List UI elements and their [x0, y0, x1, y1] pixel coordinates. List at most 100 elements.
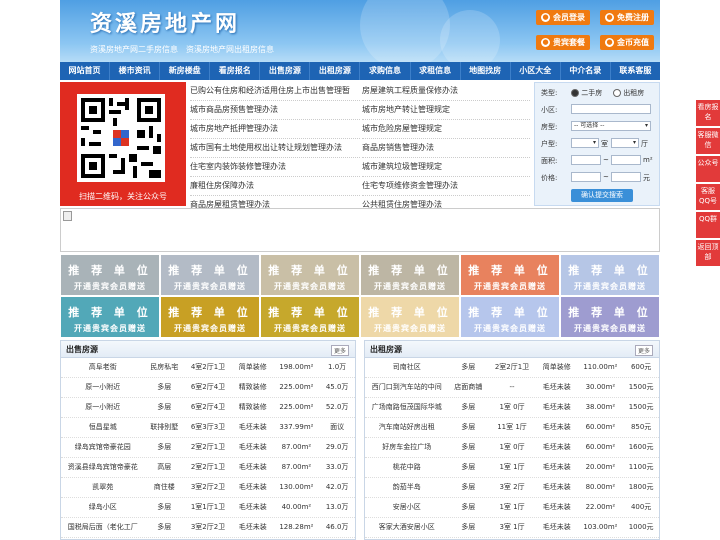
house-type-select[interactable]: -- 可选择 -- ▾	[571, 121, 651, 131]
news-link[interactable]: 商品房销售管理办法	[362, 139, 530, 158]
listing-row[interactable]: 汽车南站好房出租 多层 11室 1厅 毛坯未装 60.00m² 850元	[365, 418, 659, 438]
price-min-input[interactable]	[571, 172, 601, 182]
nav-map[interactable]: 地图找房	[461, 62, 511, 80]
recommended-ad-slot[interactable]: 推 荐 单 位开通贵宾会员赠送	[361, 255, 459, 295]
nav-for-sale[interactable]: 出售房源	[260, 62, 311, 80]
nav-home[interactable]: 网站首页	[60, 62, 111, 80]
area-max-input[interactable]	[611, 155, 641, 165]
community-cell[interactable]: 绿岛宾馆帝豪花园	[61, 438, 144, 457]
listing-row[interactable]: 客家大酒安居小区 多层 3室 1厅 毛坯未装 103.00m² 1000元	[365, 518, 659, 538]
listing-row[interactable]: 西门口到汽车站的中间 店面商铺 -- 毛坯未装 30.00m² 1500元	[365, 378, 659, 398]
recommended-ad-slot[interactable]: 推 荐 单 位开通贵宾会员赠送	[61, 297, 159, 337]
vip-package-button[interactable]: ● 贵宾套餐	[536, 35, 590, 50]
price-max-input[interactable]	[611, 172, 641, 182]
recommended-ad-slot[interactable]: 推 荐 单 位开通贵宾会员赠送	[261, 255, 359, 295]
listing-row[interactable]: 高阜老街 民房私宅 4室2厅1卫 简单装修 198.00m² 1.0万	[61, 358, 355, 378]
recommended-ad-slot[interactable]: 推 荐 单 位开通贵宾会员赠送	[461, 255, 559, 295]
recommended-ad-slot[interactable]: 推 荐 单 位开通贵宾会员赠送	[161, 297, 259, 337]
community-cell[interactable]: 国税局后面（老化工厂	[61, 518, 144, 537]
community-cell[interactable]: 安居小区	[365, 498, 448, 517]
recommended-ad-slot[interactable]: 推 荐 单 位开通贵宾会员赠送	[561, 297, 659, 337]
community-cell[interactable]: 凯翠苑	[61, 478, 144, 497]
recommended-ad-slot[interactable]: 推 荐 单 位开通贵宾会员赠送	[261, 297, 359, 337]
nav-for-rent[interactable]: 出租房源	[310, 62, 361, 80]
nav-want-buy[interactable]: 求购信息	[360, 62, 411, 80]
side-back-to-top[interactable]: 返回顶部	[696, 240, 720, 266]
community-cell[interactable]: 桃花中路	[365, 458, 448, 477]
subtitle-sale[interactable]: 资溪房地产网二手房信息	[90, 45, 178, 54]
nav-new-homes[interactable]: 新房楼盘	[160, 62, 211, 80]
recharge-button[interactable]: ● 金币充值	[600, 35, 654, 50]
sale-more-button[interactable]: 更多	[330, 345, 349, 356]
side-wechat-service[interactable]: 客服微信	[696, 128, 720, 154]
community-cell[interactable]: 原一小附近	[61, 398, 144, 417]
recommended-ad-slot[interactable]: 推 荐 单 位开通贵宾会员赠送	[561, 255, 659, 295]
listing-row[interactable]: 原一小附近 多层 6室2厅4卫 精致装修 225.00m² 52.0万	[61, 398, 355, 418]
community-cell[interactable]: 客家大酒安居小区	[365, 518, 448, 537]
news-link[interactable]: 住宅室内装饰装修管理办法	[190, 158, 360, 177]
listing-row[interactable]: 好房车金拉广场 多层 1室 0厅 毛坯未装 60.00m² 1600元	[365, 438, 659, 458]
side-official-account[interactable]: 公众号	[696, 156, 720, 182]
community-cell[interactable]: 原一小附近	[61, 378, 144, 397]
listing-row[interactable]: 韵茄半岛 多层 3室 2厅 毛坯未装 80.00m² 1800元	[365, 478, 659, 498]
community-cell[interactable]: 绿岛小区	[61, 498, 144, 517]
listing-row[interactable]: 凯翠苑 商住楼 3室2厅2卫 毛坯未装 130.00m² 42.0万	[61, 478, 355, 498]
community-cell[interactable]: 西门口到汽车站的中间	[365, 378, 448, 397]
news-link[interactable]: 住宅专项维修资金管理办法	[362, 177, 530, 196]
listing-row[interactable]: 安居小区 多层 1室 1厅 毛坯未装 22.00m² 400元	[365, 498, 659, 518]
news-link[interactable]: 城市国有土地使用权出让转让规划管理办法	[190, 139, 360, 158]
community-cell[interactable]: 司南社区	[365, 358, 448, 377]
ad-title: 推 荐 单 位	[268, 306, 352, 319]
nav-news[interactable]: 楼市资讯	[110, 62, 161, 80]
listing-row[interactable]: 广场南路恒茂国际华城 多层 1室 0厅 毛坯未装 38.00m² 1500元	[365, 398, 659, 418]
community-input[interactable]	[571, 104, 651, 114]
listing-row[interactable]: 资溪县绿岛宾馆帝豪花 高层 2室2厅1卫 毛坯未装 87.00m² 33.0万	[61, 458, 355, 478]
nav-want-rent[interactable]: 求租信息	[411, 62, 461, 80]
side-viewing-signup[interactable]: 看房报名	[696, 100, 720, 126]
hall-select[interactable]: ▾	[611, 138, 639, 148]
news-link[interactable]: 城市商品房预售管理办法	[190, 101, 360, 120]
news-link[interactable]: 城市房地产转让管理规定	[362, 101, 530, 120]
recommended-ad-slot[interactable]: 推 荐 单 位开通贵宾会员赠送	[361, 297, 459, 337]
recommended-ad-slot[interactable]: 推 荐 单 位开通贵宾会员赠送	[161, 255, 259, 295]
register-button[interactable]: ● 免费注册	[600, 10, 654, 25]
listing-row[interactable]: 桃花中路 多层 1室 1厅 毛坯未装 20.00m² 1100元	[365, 458, 659, 478]
news-link[interactable]: 城市房地产抵押管理办法	[190, 120, 360, 139]
nav-communities[interactable]: 小区大全	[511, 62, 561, 80]
community-cell[interactable]: 韵茄半岛	[365, 478, 448, 497]
news-link[interactable]: 城市危险房屋管理规定	[362, 120, 530, 139]
area-cell: 38.00m²	[585, 403, 616, 411]
nav-contact[interactable]: 联系客服	[611, 62, 660, 80]
nav-viewing-signup[interactable]: 看房报名	[210, 62, 261, 80]
community-cell[interactable]: 广场南路恒茂国际华城	[365, 398, 448, 417]
listing-row[interactable]: 原一小附近 多层 6室2厅4卫 精致装修 225.00m² 45.0万	[61, 378, 355, 398]
side-qq-service[interactable]: 客服QQ号	[696, 184, 720, 210]
area-min-input[interactable]	[571, 155, 601, 165]
community-cell[interactable]: 好房车金拉广场	[365, 438, 448, 457]
listing-row[interactable]: 恒昌星城 联排别墅 6室3厅3卫 毛坯未装 337.99m² 面议	[61, 418, 355, 438]
banner-ad[interactable]	[60, 208, 660, 252]
community-cell[interactable]: 汽车南站好房出租	[365, 418, 448, 437]
listing-row[interactable]: 绿岛小区 多层 1室1厅1卫 毛坯未装 40.00m² 13.0万	[61, 498, 355, 518]
side-qq-group[interactable]: QQ群	[696, 212, 720, 238]
nav-agents[interactable]: 中介名录	[561, 62, 611, 80]
room-select[interactable]: ▾	[571, 138, 599, 148]
news-link[interactable]: 城市建筑垃圾管理规定	[362, 158, 530, 177]
subtitle-rent[interactable]: 资溪房地产网出租房信息	[186, 45, 274, 54]
news-link[interactable]: 房屋建筑工程质量保修办法	[362, 82, 530, 101]
recommended-ad-slot[interactable]: 推 荐 单 位开通贵宾会员赠送	[461, 297, 559, 337]
member-login-button[interactable]: ● 会员登录	[536, 10, 590, 25]
news-link[interactable]: 已购公有住房和经济适用住房上市出售管理暂	[190, 82, 360, 101]
recommended-ad-slot[interactable]: 推 荐 单 位开通贵宾会员赠送	[61, 255, 159, 295]
search-submit-button[interactable]: 确认提交搜索	[571, 189, 633, 202]
listing-row[interactable]: 国税局后面（老化工厂 多层 3室2厅2卫 毛坯未装 128.28m² 46.0万	[61, 518, 355, 538]
listing-row[interactable]: 司南社区 多层 2室2厅1卫 简单装修 110.00m² 600元	[365, 358, 659, 378]
type-radio-secondhand[interactable]: 二手房	[571, 88, 602, 98]
community-cell[interactable]: 高阜老街	[61, 358, 144, 377]
rent-more-button[interactable]: 更多	[634, 345, 653, 356]
news-link[interactable]: 廉租住房保障办法	[190, 177, 360, 196]
community-cell[interactable]: 资溪县绿岛宾馆帝豪花	[61, 458, 144, 477]
type-radio-rent[interactable]: 出租房	[613, 88, 644, 98]
community-cell[interactable]: 恒昌星城	[61, 418, 144, 437]
listing-row[interactable]: 绿岛宾馆帝豪花园 多层 2室2厅1卫 毛坯未装 87.00m² 29.0万	[61, 438, 355, 458]
